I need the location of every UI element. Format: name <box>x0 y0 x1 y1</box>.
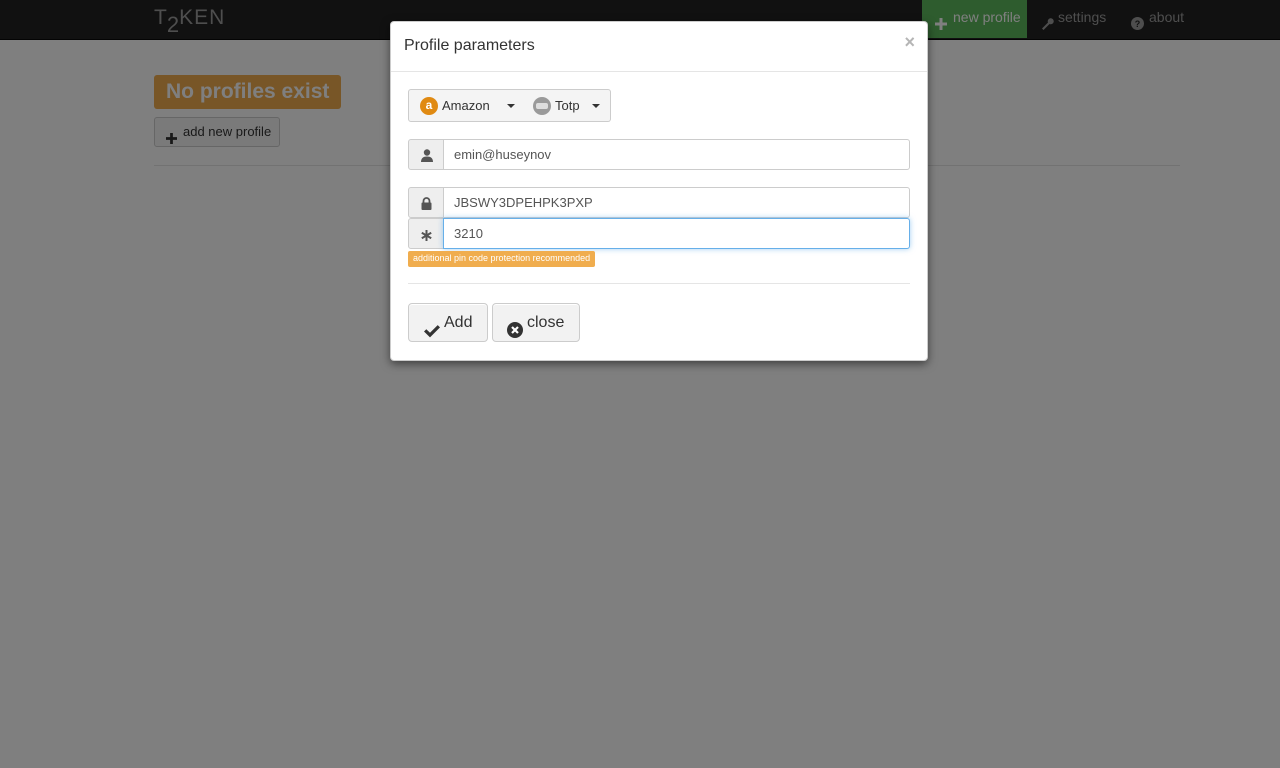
lock-icon <box>408 187 445 218</box>
service-dropdown[interactable]: a Amazon <box>408 89 524 122</box>
account-input-group: emin@huseynov <box>408 139 910 170</box>
check-icon <box>424 315 440 353</box>
robot-icon <box>533 97 551 115</box>
dialog-divider <box>408 283 910 284</box>
chevron-down-icon <box>507 104 515 108</box>
times-circle-icon <box>507 315 523 353</box>
account-field[interactable]: emin@huseynov <box>443 139 910 170</box>
type-dropdown[interactable]: Totp <box>522 89 611 122</box>
close-button-label: close <box>527 314 565 331</box>
add-button[interactable]: Add <box>408 303 488 342</box>
asterisk-icon <box>408 218 445 249</box>
type-dropdown-label: Totp <box>555 98 580 113</box>
profile-parameters-dialog: Profile parameters × a Amazon Totp emin@… <box>390 21 928 361</box>
service-dropdown-label: Amazon <box>442 98 490 113</box>
close-button[interactable]: close <box>492 303 580 342</box>
pin-input-group: 3210 <box>408 218 910 249</box>
secret-key-field[interactable]: JBSWY3DPEHPK3PXP <box>443 187 910 218</box>
secret-input-group: JBSWY3DPEHPK3PXP <box>408 187 910 218</box>
dialog-header: Profile parameters × <box>391 22 927 72</box>
pin-code-field[interactable]: 3210 <box>443 218 910 249</box>
pin-warning-label: additional pin code protection recommend… <box>408 251 596 267</box>
add-button-label: Add <box>444 314 473 331</box>
dialog-title: Profile parameters <box>404 37 535 54</box>
chevron-down-icon <box>592 104 600 108</box>
close-icon[interactable]: × <box>904 32 915 53</box>
user-icon <box>408 139 445 170</box>
amazon-icon: a <box>420 97 438 115</box>
